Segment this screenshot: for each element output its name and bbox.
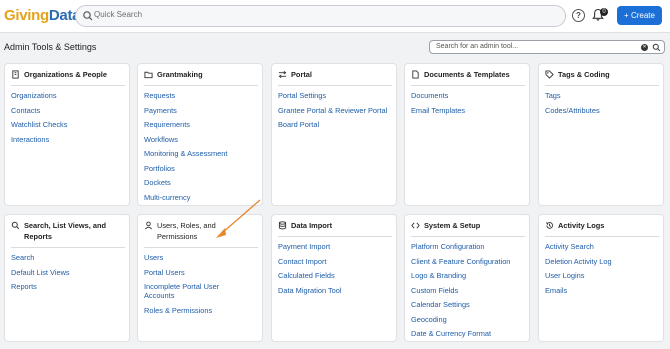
card-users-roles-permissions: Users, Roles, and Permissions Users Porta… bbox=[137, 214, 263, 342]
link-grantee-reviewer-portal[interactable]: Grantee Portal & Reviewer Portal bbox=[278, 106, 387, 115]
card-header: Organizations & People bbox=[11, 69, 125, 86]
card-title: Portal bbox=[291, 70, 312, 79]
link-roles-permissions[interactable]: Roles & Permissions bbox=[144, 306, 219, 315]
card-title: Activity Logs bbox=[558, 221, 605, 230]
card-header: Documents & Templates bbox=[411, 69, 525, 86]
givingdata-logo[interactable]: GivingData bbox=[4, 7, 80, 24]
search-icon bbox=[11, 221, 20, 230]
link-calendar-settings[interactable]: Calendar Settings bbox=[411, 300, 510, 309]
card-activity-logs: Activity Logs Activity Search Deletion A… bbox=[538, 214, 664, 342]
link-board-portal[interactable]: Board Portal bbox=[278, 120, 387, 129]
card-title: Organizations & People bbox=[24, 70, 107, 79]
document-icon bbox=[412, 70, 419, 79]
card-title: Search, List Views, and Reports bbox=[24, 221, 107, 241]
link-monitoring-assessment[interactable]: Monitoring & Assessment bbox=[144, 149, 227, 158]
card-header: Users, Roles, and Permissions bbox=[144, 220, 258, 248]
card-title: Data Import bbox=[291, 221, 333, 230]
card-header: Tags & Coding bbox=[545, 69, 659, 86]
card-header: Portal bbox=[278, 69, 392, 86]
page-title: Admin Tools & Settings bbox=[4, 42, 97, 52]
card-title: Users, Roles, and Permissions bbox=[157, 221, 216, 241]
link-portfolios[interactable]: Portfolios bbox=[144, 164, 227, 173]
notification-badge: 0 bbox=[600, 8, 608, 16]
database-icon bbox=[278, 221, 287, 230]
link-contact-import[interactable]: Contact Import bbox=[278, 257, 342, 266]
card-search-list-views-reports: Search, List Views, and Reports Search De… bbox=[4, 214, 130, 342]
clear-icon[interactable]: ✕ bbox=[641, 44, 648, 51]
user-icon bbox=[145, 221, 152, 230]
link-codes-attributes[interactable]: Codes/Attributes bbox=[545, 106, 600, 115]
link-date-currency-format[interactable]: Date & Currency Format bbox=[411, 329, 510, 338]
admin-tool-search-input[interactable]: Search for an admin tool... ✕ bbox=[429, 40, 665, 54]
code-icon bbox=[411, 222, 420, 229]
link-geocoding[interactable]: Geocoding bbox=[411, 315, 510, 324]
link-workflows[interactable]: Workflows bbox=[144, 135, 227, 144]
link-reports[interactable]: Reports bbox=[11, 282, 70, 291]
create-button[interactable]: + Create bbox=[617, 6, 662, 25]
card-title: Grantmaking bbox=[157, 70, 203, 79]
link-requests[interactable]: Requests bbox=[144, 91, 227, 100]
search-icon bbox=[83, 11, 93, 21]
card-tags-coding: Tags & Coding Tags Codes/Attributes bbox=[538, 63, 664, 206]
link-custom-fields[interactable]: Custom Fields bbox=[411, 286, 510, 295]
link-users[interactable]: Users bbox=[144, 253, 219, 262]
link-data-migration-tool[interactable]: Data Migration Tool bbox=[278, 286, 342, 295]
card-header: Activity Logs bbox=[545, 220, 659, 237]
card-header: Grantmaking bbox=[144, 69, 258, 86]
swap-arrows-icon bbox=[278, 70, 287, 79]
history-icon bbox=[545, 222, 553, 229]
link-requirements[interactable]: Requirements bbox=[144, 120, 227, 129]
link-tags[interactable]: Tags bbox=[545, 91, 600, 100]
link-client-feature-configuration[interactable]: Client & Feature Configuration bbox=[411, 257, 510, 266]
link-payment-import[interactable]: Payment Import bbox=[278, 242, 342, 251]
card-header: Data Import bbox=[278, 220, 392, 237]
card-organizations-people: Organizations & People Organizations Con… bbox=[4, 63, 130, 206]
help-button[interactable]: ? bbox=[572, 9, 585, 22]
card-documents-templates: Documents & Templates Documents Email Te… bbox=[404, 63, 530, 206]
link-default-list-views[interactable]: Default List Views bbox=[11, 268, 70, 277]
folder-icon bbox=[144, 71, 153, 79]
link-portal-settings[interactable]: Portal Settings bbox=[278, 91, 387, 100]
quick-search-placeholder: Quick Search bbox=[94, 10, 143, 19]
link-activity-search[interactable]: Activity Search bbox=[545, 242, 612, 251]
card-grantmaking: Grantmaking Requests Payments Requiremen… bbox=[137, 63, 263, 206]
link-deletion-activity-log[interactable]: Deletion Activity Log bbox=[545, 257, 612, 266]
quick-search-input[interactable]: Quick Search bbox=[75, 5, 566, 27]
link-incomplete-portal-user-accounts[interactable]: Incomplete Portal User Accounts bbox=[144, 282, 219, 300]
link-emails[interactable]: Emails bbox=[545, 286, 612, 295]
building-icon bbox=[12, 70, 19, 79]
card-header: System & Setup bbox=[411, 220, 525, 237]
admin-search-placeholder: Search for an admin tool... bbox=[436, 43, 519, 50]
link-portal-users[interactable]: Portal Users bbox=[144, 268, 219, 277]
link-logo-branding[interactable]: Logo & Branding bbox=[411, 271, 510, 280]
card-system-setup: System & Setup Platform Configuration Cl… bbox=[404, 214, 530, 342]
card-title: Tags & Coding bbox=[558, 70, 610, 79]
card-data-import: Data Import Payment Import Contact Impor… bbox=[271, 214, 397, 342]
link-platform-configuration[interactable]: Platform Configuration bbox=[411, 242, 510, 251]
top-bar: GivingData Quick Search ? 0 + Create bbox=[0, 0, 670, 33]
card-title: Documents & Templates bbox=[424, 70, 510, 79]
search-icon[interactable] bbox=[652, 43, 661, 52]
card-title: System & Setup bbox=[424, 221, 481, 230]
link-contacts[interactable]: Contacts bbox=[11, 106, 67, 115]
tag-icon bbox=[545, 70, 554, 79]
link-calculated-fields[interactable]: Calculated Fields bbox=[278, 271, 342, 280]
link-dockets[interactable]: Dockets bbox=[144, 178, 227, 187]
link-email-templates[interactable]: Email Templates bbox=[411, 106, 465, 115]
link-multi-currency[interactable]: Multi-currency bbox=[144, 193, 227, 202]
link-watchlist-checks[interactable]: Watchlist Checks bbox=[11, 120, 67, 129]
link-organizations[interactable]: Organizations bbox=[11, 91, 67, 100]
link-payments[interactable]: Payments bbox=[144, 106, 227, 115]
link-user-logins[interactable]: User Logins bbox=[545, 271, 612, 280]
link-search[interactable]: Search bbox=[11, 253, 70, 262]
link-documents[interactable]: Documents bbox=[411, 91, 465, 100]
link-interactions[interactable]: Interactions bbox=[11, 135, 67, 144]
card-header: Search, List Views, and Reports bbox=[11, 220, 125, 248]
card-portal: Portal Portal Settings Grantee Portal & … bbox=[271, 63, 397, 206]
